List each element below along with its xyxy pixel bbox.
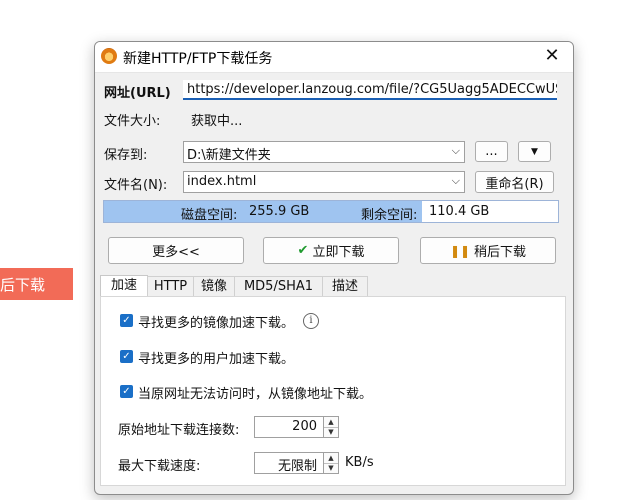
connections-input[interactable]: 200	[254, 416, 324, 438]
user-accel-checkbox[interactable]: ✓	[120, 350, 133, 363]
checkmark-icon: ✔	[297, 243, 309, 258]
more-label: 更多<<	[152, 245, 200, 260]
download-later-label: 稍后下载	[474, 245, 527, 260]
more-button[interactable]: 更多<<	[108, 237, 244, 264]
filename-value: index.html	[187, 174, 257, 189]
disk-space-bar: 磁盘空间: 255.9 GB 剩余空间: 110.4 GB	[103, 200, 559, 223]
free-space-value: 110.4 GB	[429, 204, 490, 219]
filesize-value: 获取中...	[191, 114, 243, 129]
tab-accel[interactable]: 加速	[100, 275, 148, 298]
saveto-value: D:\新建文件夹	[187, 148, 271, 163]
rename-label: 重命名(R)	[485, 176, 544, 192]
background-download-later-label: 后下载	[0, 275, 46, 294]
fallback-mirror-checkbox[interactable]: ✓	[120, 385, 133, 398]
speed-unit: KB/s	[345, 455, 374, 470]
titlebar: 新建HTTP/FTP下载任务 ✕	[95, 42, 573, 73]
stepper-down-icon[interactable]: ▼	[324, 463, 338, 473]
download-now-label: 立即下载	[312, 245, 365, 260]
dropdown-triangle-icon: ▼	[531, 146, 538, 157]
filename-combobox[interactable]: index.html ⌵	[183, 171, 465, 193]
browse-menu-button[interactable]: ▼	[518, 141, 551, 162]
connections-value: 200	[292, 419, 317, 434]
stepper-down-icon[interactable]: ▼	[324, 427, 338, 437]
browse-label: ...	[485, 144, 498, 159]
connections-stepper[interactable]: ▲ ▼	[323, 416, 339, 438]
pause-icon: ❚❚	[449, 243, 471, 258]
info-icon[interactable]: i	[303, 313, 319, 329]
chevron-down-icon: ⌵	[451, 144, 460, 157]
tab-description[interactable]: 描述	[322, 276, 368, 298]
filesize-label: 文件大小:	[104, 114, 161, 129]
speed-value: 无限制	[277, 459, 317, 474]
disk-space-value: 255.9 GB	[249, 204, 310, 219]
saveto-label: 保存到:	[104, 148, 148, 163]
tab-http[interactable]: HTTP	[147, 276, 194, 298]
app-logo-icon	[101, 48, 117, 64]
close-icon[interactable]: ✕	[541, 45, 563, 67]
window-title: 新建HTTP/FTP下载任务	[123, 51, 273, 67]
fallback-mirror-label: 当原网址无法访问时，从镜像地址下载。	[138, 387, 373, 402]
speed-input[interactable]: 无限制	[254, 452, 324, 474]
connections-label: 原始地址下载连接数:	[118, 423, 240, 438]
filename-label: 文件名(N):	[104, 178, 168, 193]
rename-button[interactable]: 重命名(R)	[475, 171, 554, 193]
tab-md5-sha1[interactable]: MD5/SHA1	[234, 276, 323, 298]
url-input[interactable]: https://developer.lanzoug.com/file/?CG5U…	[183, 80, 557, 100]
download-later-button[interactable]: ❚❚ 稍后下载	[420, 237, 556, 264]
mirror-accel-label: 寻找更多的镜像加速下载。	[138, 316, 295, 331]
disk-space-label: 磁盘空间:	[181, 208, 238, 223]
download-now-button[interactable]: ✔ 立即下载	[263, 237, 399, 264]
user-accel-label: 寻找更多的用户加速下载。	[138, 352, 295, 367]
mirror-accel-checkbox[interactable]: ✓	[120, 314, 133, 327]
url-label: 网址(URL)	[104, 86, 171, 101]
free-space-label: 剩余空间:	[361, 208, 418, 223]
browse-button[interactable]: ...	[475, 141, 508, 162]
saveto-combobox[interactable]: D:\新建文件夹 ⌵	[183, 141, 465, 163]
speed-label: 最大下载速度:	[118, 459, 201, 474]
chevron-down-icon: ⌵	[451, 174, 460, 187]
speed-stepper[interactable]: ▲ ▼	[323, 452, 339, 474]
background-download-later-button[interactable]: 后下载	[0, 268, 73, 300]
tab-mirror[interactable]: 镜像	[193, 276, 235, 298]
